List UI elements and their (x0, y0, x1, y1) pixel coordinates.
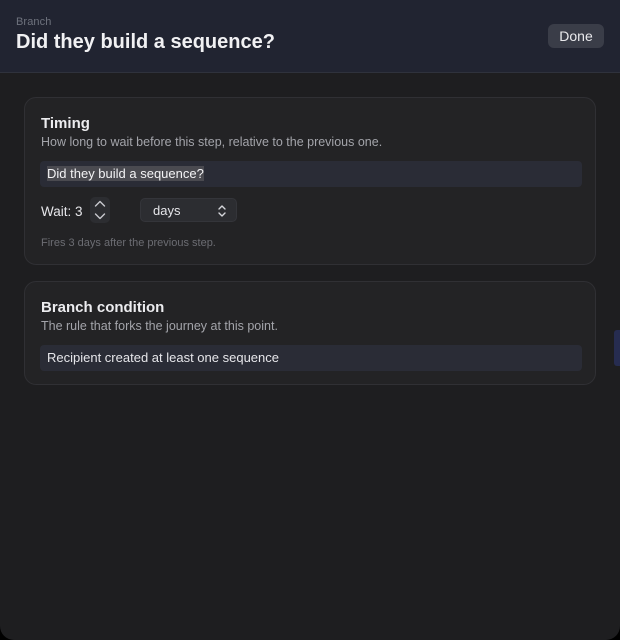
step-type-kicker: Branch (16, 16, 52, 28)
step-name-field[interactable]: Did they build a sequence? (40, 161, 582, 187)
page-title: Did they build a sequence? (16, 31, 275, 53)
timing-description: How long to wait before this step, relat… (41, 135, 383, 149)
wait-label: Wait: 3 (41, 204, 83, 219)
timing-title: Timing (41, 115, 90, 132)
done-button[interactable]: Done (548, 24, 604, 48)
background-edge-highlight (614, 330, 620, 366)
stepper-up-icon[interactable] (90, 197, 110, 210)
wait-unit-value: days (153, 203, 181, 218)
step-name-value: Did they build a sequence? (47, 166, 204, 181)
branch-condition-description: The rule that forks the journey at this … (41, 319, 278, 333)
branch-condition-title: Branch condition (41, 299, 165, 316)
wait-stepper[interactable] (90, 197, 110, 223)
updown-chevron-icon (218, 204, 226, 218)
timing-hint: Fires 3 days after the previous step. (41, 237, 216, 249)
wait-unit-select[interactable]: days (140, 198, 237, 222)
branch-condition-card: Branch condition The rule that forks the… (24, 281, 596, 385)
stepper-down-icon[interactable] (90, 210, 110, 223)
sheet-header: Branch Did they build a sequence? Done (0, 0, 620, 73)
branch-editor-sheet: Branch Did they build a sequence? Done T… (0, 0, 620, 640)
timing-card: Timing How long to wait before this step… (24, 97, 596, 265)
branch-condition-field[interactable]: Recipient created at least one sequence (40, 345, 582, 371)
